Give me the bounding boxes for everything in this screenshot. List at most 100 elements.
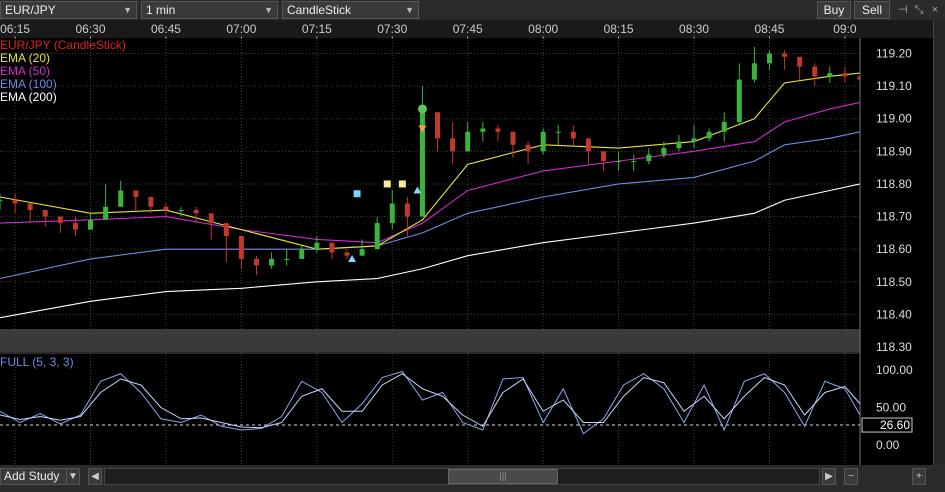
candle-body (570, 131, 576, 139)
legend-entry: EMA (50) (0, 64, 50, 78)
candle-body (691, 138, 697, 142)
dropdown-arrow-icon[interactable]: ▼ (66, 468, 80, 485)
candle-body (27, 203, 33, 211)
y-tick-label: 119.10 (876, 79, 912, 93)
x-tick-label: 06:15 (0, 22, 30, 36)
right-scrollbar[interactable] (933, 20, 945, 465)
interval-label: 1 min (146, 3, 176, 17)
x-tick-label: 08:00 (528, 22, 558, 36)
candle-body (284, 258, 290, 260)
legend-entry: EUR/JPY (CandleStick) (0, 38, 126, 52)
candle-body (751, 63, 757, 80)
candle-body (616, 161, 622, 163)
symbol-label: EUR/JPY (5, 3, 56, 17)
x-tick-label: 07:00 (226, 22, 256, 36)
pin-icon[interactable]: ⊣ (896, 2, 910, 18)
toolbar: EUR/JPY ▼ 1 min ▼ CandleStick ▼ Buy Sell… (0, 0, 945, 21)
candle-body (435, 112, 441, 139)
candle-body (389, 203, 395, 224)
candle-body (480, 128, 486, 132)
y-tick-label: 118.40 (876, 307, 912, 321)
x-tick-label: 06:30 (76, 22, 106, 36)
candle-body (450, 138, 456, 152)
stoch-title: FULL (5, 3, 3) (0, 355, 74, 369)
candle-body (359, 249, 365, 256)
y-tick-label: 119.00 (876, 112, 912, 126)
y-tick-label: 118.80 (876, 177, 912, 191)
chart-type-dropdown[interactable]: CandleStick ▼ (282, 1, 419, 19)
candle-body (797, 56, 803, 67)
candle-body (661, 148, 667, 155)
candle-body (118, 190, 124, 207)
sell-button[interactable]: Sell (854, 1, 890, 19)
x-tick-label: 08:45 (754, 22, 784, 36)
legend-entry: EMA (200) (0, 90, 57, 104)
legend-entry: EMA (20) (0, 51, 50, 65)
candle-body (555, 131, 561, 133)
candle-body (178, 210, 184, 212)
y-tick-label: 118.30 (876, 340, 912, 354)
y-tick-label: 118.70 (876, 210, 912, 224)
marker-square (398, 180, 406, 188)
candle-body (601, 151, 607, 162)
candle-body (676, 141, 682, 149)
candle-body (208, 213, 214, 224)
candle-body (253, 258, 259, 266)
dropdown-arrow-icon: ▼ (123, 5, 132, 15)
y-tick-label: 119.20 (876, 47, 912, 61)
restore-icon[interactable]: ⤡ (912, 2, 926, 18)
legend-entry: EMA (100) (0, 77, 57, 91)
candle-body (103, 206, 109, 220)
candle-body (766, 53, 772, 64)
dropdown-arrow-icon: ▼ (405, 5, 414, 15)
candle-body (344, 252, 350, 256)
candle-body (374, 223, 380, 250)
candle-body (525, 144, 531, 152)
close-icon[interactable]: × (928, 2, 942, 18)
stoch-y-tick-label: 0.00 (876, 438, 900, 452)
scroll-band (0, 329, 860, 352)
candle-body (721, 122, 727, 132)
candle-body (585, 138, 591, 152)
interval-dropdown[interactable]: 1 min ▼ (141, 1, 278, 19)
scroll-right-icon[interactable]: ▶ (822, 468, 836, 485)
x-tick-label: 06:45 (151, 22, 181, 36)
candle-body (223, 223, 229, 237)
scroll-left-icon[interactable]: ◀ (88, 468, 102, 485)
candle-body (72, 223, 78, 230)
y-tick-label: 118.50 (876, 275, 912, 289)
x-tick-label: 08:30 (679, 22, 709, 36)
x-tick-label: 07:45 (453, 22, 483, 36)
symbol-dropdown[interactable]: EUR/JPY ▼ (0, 1, 137, 19)
candle-body (706, 131, 712, 139)
plot-background (0, 20, 860, 465)
zoom-in-icon[interactable]: + (912, 468, 926, 485)
candle-body (540, 131, 546, 152)
candle-body (12, 200, 18, 204)
price-chart[interactable]: 06:15 06:30 06:45 07:00 07:15 07:30 07:45 08:00… (0, 20, 933, 465)
candle-body (163, 206, 169, 211)
candle-body (631, 161, 637, 163)
candle-body (299, 249, 305, 259)
x-tick-label: 07:30 (377, 22, 407, 36)
candle-body (42, 210, 48, 217)
y-tick-label: 118.60 (876, 242, 912, 256)
add-study-label: Add Study (4, 469, 60, 483)
candle-body (782, 53, 788, 57)
candle-body (269, 258, 275, 266)
candle-body (736, 79, 742, 122)
x-axis: 06:15 06:30 06:45 07:00 07:15 07:30 07:45 08:00… (0, 20, 933, 39)
candle-body (842, 73, 848, 77)
marker-square (383, 180, 391, 188)
zoom-out-icon[interactable]: − (844, 468, 858, 485)
x-tick-label: 08:15 (604, 22, 634, 36)
marker-circle (417, 104, 427, 114)
candle-body (88, 219, 94, 230)
scroll-thumb[interactable]: ||| (448, 469, 558, 484)
stoch-current-value: 26.60 (880, 418, 910, 432)
candle-body (57, 216, 63, 224)
candle-body (314, 242, 320, 250)
buy-button[interactable]: Buy (817, 1, 851, 19)
stoch-y-tick-label: 50.00 (876, 401, 906, 415)
x-tick-label: 09:0 (833, 22, 857, 36)
